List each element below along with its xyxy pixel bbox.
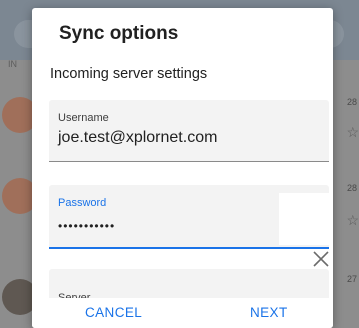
username-field[interactable]: Username joe.test@xplornet.com [49,100,329,162]
star-icon: ☆ [346,212,359,228]
username-label: Username [58,112,109,124]
background-section-label: IN [8,59,17,69]
password-value: ••••••••••• [58,219,116,233]
star-icon: ☆ [346,124,359,140]
dialog-subtitle: Incoming server settings [50,66,208,82]
dialog-actions: CANCEL NEXT [32,298,333,328]
sync-options-dialog: Sync options Incoming server settings Us… [32,8,333,328]
background-row-date: 28 [346,183,357,193]
close-icon[interactable] [312,250,330,268]
background-row-date: 28 [346,97,357,107]
dialog-title: Sync options [59,23,179,44]
password-field-mask [279,193,329,245]
username-value: joe.test@xplornet.com [58,129,218,146]
password-label: Password [58,197,107,209]
cancel-button[interactable]: CANCEL [85,305,142,320]
next-button[interactable]: NEXT [250,305,288,320]
password-field[interactable]: Password ••••••••••• [49,185,329,249]
background-row-date: 27 [346,274,357,284]
